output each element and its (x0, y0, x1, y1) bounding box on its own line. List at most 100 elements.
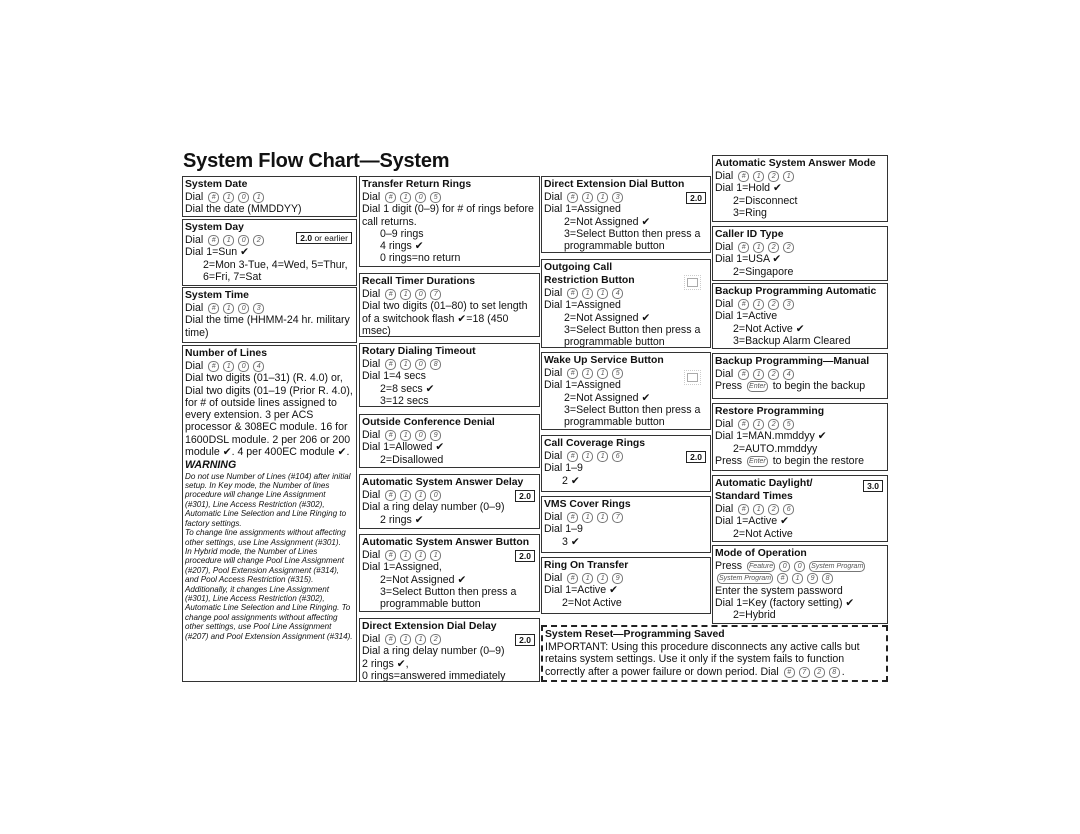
section-line: 3=12 secs (362, 395, 536, 406)
dial-key-icon: 2 (813, 666, 825, 678)
section-line: Dial #1 1 4 (544, 287, 707, 299)
warning-paragraph: In Hybrid mode, the Number of Lines proc… (185, 546, 353, 641)
section-line: Dial #1 0 5 (362, 191, 536, 203)
section-line: Dial 1=Allowed ✔ (362, 441, 536, 453)
dial-key-icon: 0 (238, 361, 250, 372)
line-text: 2=Mon 3-Tue, 4=Wed, 5=Thur, 6=Fri, 7=Sat (203, 258, 348, 283)
section-line: Dial #1 0 1 (185, 191, 353, 203)
dial-key-icon: 1 (753, 504, 765, 515)
section-backup-programming-automatic: Backup Programming Automatic Dial #1 2 3 Dia… (712, 283, 888, 349)
line-text: Dial (362, 191, 384, 203)
section-line: 2=Not Assigned ✔ (544, 392, 707, 404)
line-text: 2=Not Assigned ✔ (564, 391, 651, 404)
dial-key-icon: # (783, 666, 795, 678)
section-line: 3 ✔ (544, 536, 707, 548)
dial-key-icon: 2 (430, 634, 442, 645)
version-badge: 2.0 or earlier (296, 232, 352, 244)
section-mode-of-operation: Mode of Operation Press Feature 0 0 System P… (712, 545, 888, 624)
line-text: Dial 1=USA ✔ (715, 253, 782, 266)
dial-key-icon: 7 (612, 512, 624, 523)
line-text: 2=Disconnect (733, 194, 798, 207)
line-text: Dial (362, 288, 384, 300)
section-title: Outgoing Call (544, 262, 613, 273)
dial-key-icon: 1 (597, 192, 609, 203)
section-line: Dial 1 digit (0–9) for # of rings before… (362, 203, 536, 228)
section-title: Automatic System Answer Button (362, 537, 530, 548)
section-title: Direct Extension Dial Button (544, 179, 685, 190)
line-text: Dial 1=Key (factory setting) ✔ (715, 596, 855, 609)
dial-key-icon: 9 (612, 573, 624, 584)
line-text: Dial a ring delay number (0–9) (362, 501, 505, 514)
version-badge: 2.0 (686, 192, 706, 204)
section-title-line2: Restriction Button (544, 275, 635, 286)
section-outgoing-call: Outgoing Call Restriction Button Dial #1 1 4… (541, 259, 711, 348)
dial-key-icon: 6 (612, 451, 624, 462)
section-line: 2=Not Active ✔ (715, 323, 884, 335)
section-line: programmable button (362, 598, 536, 610)
dial-key-icon: 1 (400, 634, 412, 645)
line-text: Dial 1 digit (0–9) for # of rings before… (362, 203, 534, 228)
line-text: Dial (715, 298, 737, 310)
line-text: Dial 1=Active ✔ (715, 515, 789, 528)
version-badge: 2.0 (515, 550, 535, 562)
section-line: Dial #1 0 4 (185, 360, 353, 372)
dial-key-icon: # (385, 289, 397, 300)
dial-key-icon: Feature (747, 561, 776, 572)
dial-key-icon: 0 (238, 235, 250, 246)
line-text: Dial 1=Sun ✔ (185, 246, 249, 259)
dial-key-icon: 7 (798, 666, 810, 678)
dial-key-icon: # (738, 171, 750, 182)
dial-key-icon: 1 (400, 550, 412, 561)
section-automatic-system-answer-delay: Automatic System Answer Delay 2.0 Dial #1 1… (359, 474, 540, 529)
section-line: Dial #1 1 5 (544, 367, 707, 379)
section-title: Call Coverage Rings (544, 438, 646, 449)
dial-key-icon: 1 (400, 430, 412, 441)
dial-key-icon: # (738, 242, 750, 253)
line-text: 0–9 rings (380, 227, 424, 240)
line-text: Press (715, 380, 746, 393)
dial-key-icon: 1 (400, 192, 412, 203)
section-rotary-dialing-timeout: Rotary Dialing Timeout Dial #1 0 8 Dial 1=4 … (359, 343, 540, 407)
section-line: Dial two digits (01–80) to set length of… (362, 300, 536, 336)
line-text: programmable button (564, 240, 665, 253)
dial-key-icon: 1 (400, 490, 412, 501)
line-text: Dial 1=Allowed ✔ (362, 441, 445, 454)
section-title: System Time (185, 290, 249, 301)
section-line: Dial #1 1 2 (362, 633, 536, 645)
dial-key-icon: # (567, 368, 579, 379)
dial-key-icon: 3 (612, 192, 624, 203)
dial-key-icon: 6 (783, 504, 795, 515)
section-line: Dial 1=Assigned (544, 379, 707, 391)
line-text: Dial (544, 511, 566, 523)
dial-key-icon: 2 (768, 299, 780, 310)
line-text: Dial (362, 549, 384, 561)
dial-key-icon: 1 (223, 235, 235, 246)
section-title: Direct Extension Dial Delay (362, 621, 497, 632)
dial-key-icon: 5 (612, 368, 624, 379)
section-line: 2=Singapore (715, 266, 884, 278)
section-system-day: System Day 2.0 or earlier Dial #1 0 2 Dial 1=… (182, 219, 357, 286)
dial-key-icon: # (385, 192, 397, 203)
dial-key-icon: 8 (828, 666, 840, 678)
line-text: 3 ✔ (562, 535, 580, 548)
section-line: 2=Disallowed (362, 454, 536, 466)
section-line: 2=Disconnect (715, 195, 884, 207)
dial-key-icon: 1 (753, 369, 765, 380)
line-text: Dial the time (HHMM-24 hr. military time… (185, 314, 350, 339)
line-text: Dial (362, 489, 384, 501)
section-line: 2=Not Assigned ✔ (544, 216, 707, 228)
section-line: Dial #1 1 3 (544, 191, 707, 203)
dial-key-icon: 5 (430, 192, 442, 203)
line-text: 2=Not Active (562, 596, 622, 609)
dial-key-icon: 0 (415, 430, 427, 441)
line-text: 2=Not Active ✔ (733, 322, 805, 335)
line-text: 2 rings ✔ (380, 513, 424, 526)
dial-key-icon: 2 (768, 504, 780, 515)
section-direct-extension-dial-button: Direct Extension Dial Button 2.0 Dial #1 1 3… (541, 176, 711, 253)
dial-key-icon: 1 (597, 573, 609, 584)
dial-key-icon: 1 (582, 288, 594, 299)
dial-key-icon: Enter (747, 381, 768, 393)
dial-key-icon: 1 (415, 490, 427, 501)
section-title: Wake Up Service Button (544, 355, 664, 366)
dial-key-icon: 1 (582, 512, 594, 523)
